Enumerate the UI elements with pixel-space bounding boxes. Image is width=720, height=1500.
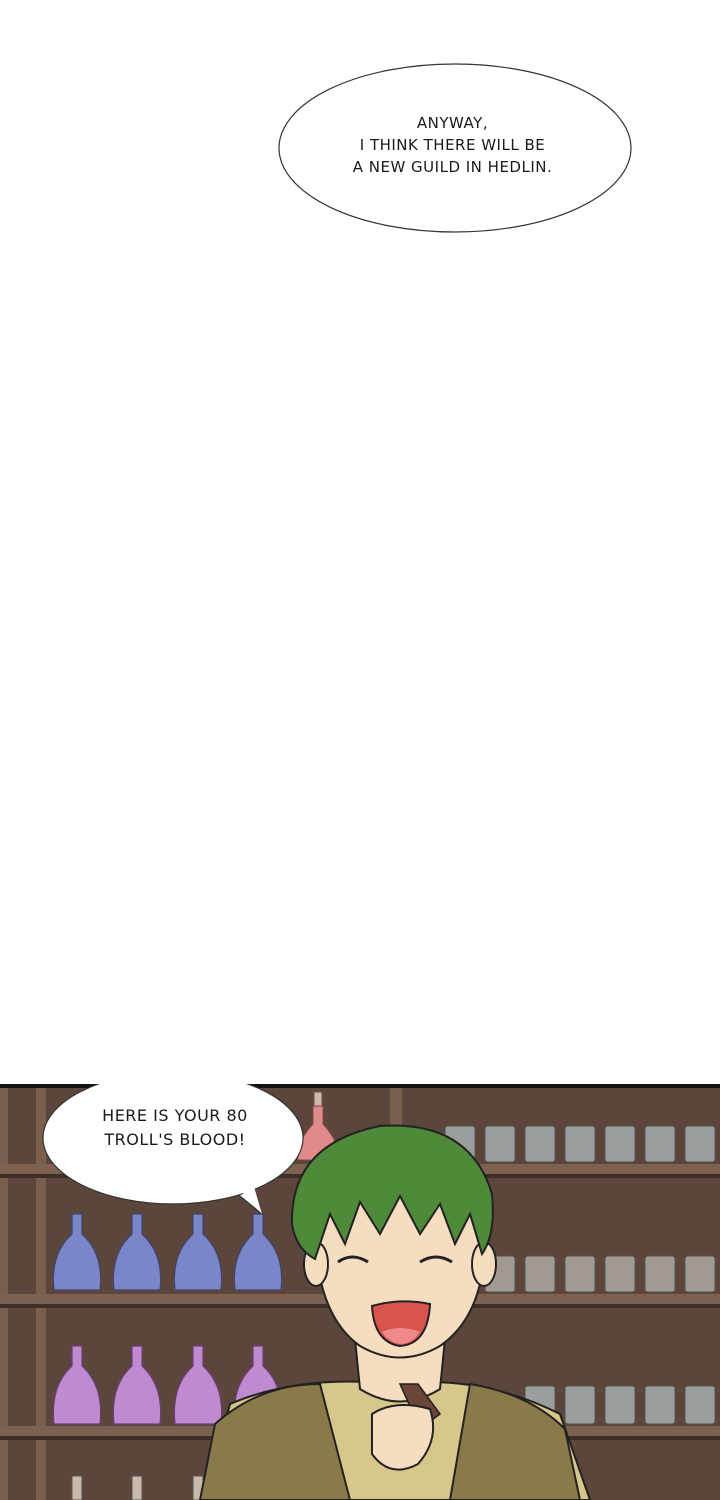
bubble-line: TROLL'S BLOOD! <box>104 1130 246 1149</box>
speech-bubble-top-text: ANYWAY, I THINK THERE WILL BE A NEW GUIL… <box>300 112 605 178</box>
bubble-line: A NEW GUILD IN HEDLIN. <box>352 158 553 176</box>
jar-row-top <box>444 1125 716 1163</box>
comic-page: ANYWAY, I THINK THERE WILL BE A NEW GUIL… <box>0 0 720 1500</box>
speech-bubble-bottom-text: HERE IS YOUR 80 TROLL'S BLOOD! <box>62 1104 288 1152</box>
bubble-line: I THINK THERE WILL BE <box>359 136 546 154</box>
bubble-line: HERE IS YOUR 80 <box>102 1106 248 1125</box>
bubble-line: ANYWAY, <box>416 114 489 132</box>
